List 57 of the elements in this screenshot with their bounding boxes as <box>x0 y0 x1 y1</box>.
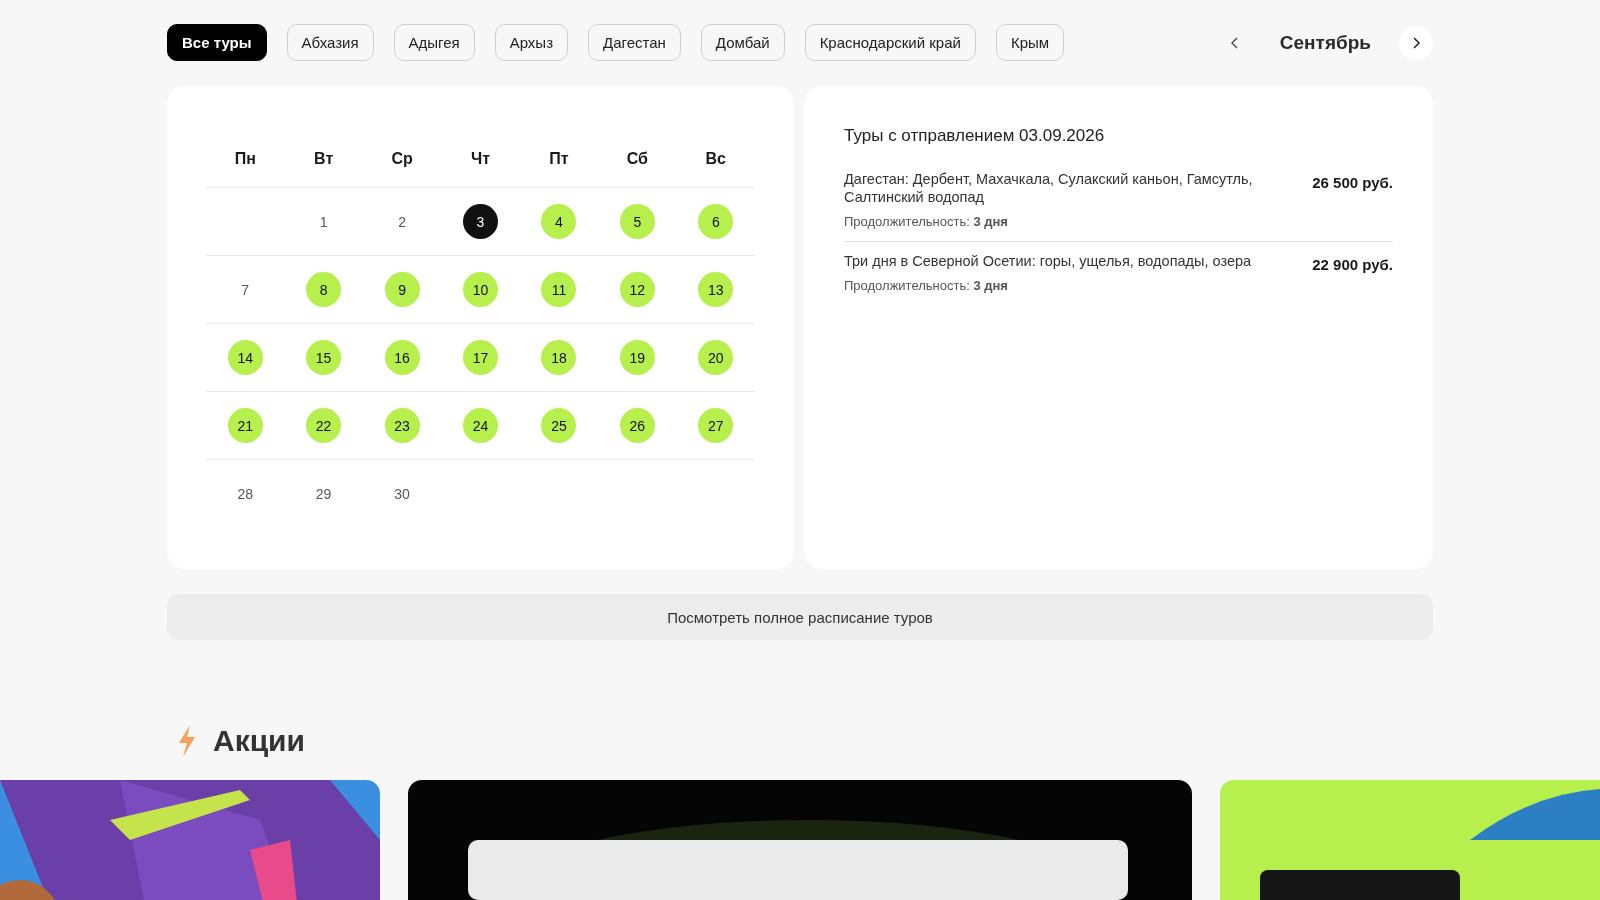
weekday-label: Пт <box>549 150 569 168</box>
month-label: Сентябрь <box>1279 31 1371 54</box>
calendar-day[interactable]: 17 <box>463 340 498 375</box>
calendar-day[interactable]: 22 <box>306 408 342 443</box>
filter-chip[interactable]: Адыгея <box>393 24 475 61</box>
filter-chip[interactable]: Абхазия <box>286 24 374 61</box>
calendar-day[interactable]: 18 <box>541 340 577 375</box>
weekday-label: Чт <box>470 150 491 168</box>
tour-name[interactable]: Три дня в Северной Осетии: горы, ущелья, водопады, озера <box>844 252 1283 270</box>
tours-title: Туры с отправлением 03.09.2026 <box>844 126 1106 146</box>
calendar-day: 2 <box>384 204 420 239</box>
calendar-day[interactable]: 15 <box>306 340 342 375</box>
calendar-day: 7 <box>227 272 263 307</box>
tour-duration: Продолжительность: 3 дня <box>844 214 1009 229</box>
tour-price: 26 500 руб. <box>1312 174 1393 193</box>
calendar-day[interactable]: 26 <box>619 408 655 443</box>
filter-chip[interactable]: Все туры <box>167 24 267 61</box>
full-schedule-button[interactable]: Посмотреть полное расписание туров <box>167 594 1433 640</box>
filter-chip[interactable]: Архыз <box>494 24 568 61</box>
weekday-label: Пн <box>234 150 256 168</box>
filter-chip[interactable]: Домбай <box>700 24 785 61</box>
calendar-day[interactable]: 4 <box>541 204 577 239</box>
calendar-day[interactable]: 3 <box>463 204 498 239</box>
tour-name[interactable]: Дагестан: Дербент, Махачкала, Сулакский каньон, Гамсутль, Салтинский водопад <box>844 170 1283 206</box>
section-title: Акции <box>213 724 305 758</box>
calendar-day[interactable]: 6 <box>698 204 734 239</box>
calendar-day[interactable]: 20 <box>698 340 734 375</box>
calendar-day[interactable]: 9 <box>384 272 420 307</box>
calendar-day[interactable]: 14 <box>227 340 263 375</box>
weekday-label: Сб <box>626 150 648 168</box>
filter-chip[interactable]: Краснодарский край <box>804 24 976 61</box>
calendar-day[interactable]: 11 <box>541 272 577 307</box>
lightning-icon <box>177 725 197 757</box>
calendar-day: 29 <box>306 476 342 511</box>
calendar-day[interactable]: 27 <box>698 408 734 443</box>
calendar-day[interactable]: 12 <box>619 272 655 307</box>
filter-chip[interactable]: Крым <box>995 24 1065 61</box>
calendar-day[interactable]: 19 <box>619 340 655 375</box>
next-month-button[interactable] <box>1399 25 1433 60</box>
calendar-day[interactable]: 24 <box>463 408 498 443</box>
tour-duration: Продолжительность: 3 дня <box>844 278 1009 293</box>
tour-price: 22 900 руб. <box>1312 256 1393 275</box>
filter-chip[interactable]: Дагестан <box>588 24 681 61</box>
calendar-day[interactable]: 10 <box>463 272 498 307</box>
weekday-label: Вт <box>314 150 334 168</box>
calendar-day[interactable]: 8 <box>306 272 342 307</box>
calendar-day: 30 <box>384 476 420 511</box>
calendar-day[interactable]: 25 <box>541 408 577 443</box>
calendar-day: 28 <box>227 476 263 511</box>
calendar-day[interactable]: 5 <box>619 204 655 239</box>
calendar-day[interactable]: 23 <box>384 408 420 443</box>
calendar-day[interactable]: 16 <box>384 340 420 375</box>
weekday-label: Ср <box>391 150 413 168</box>
weekday-label: Вс <box>705 150 726 168</box>
calendar-day[interactable]: 21 <box>227 408 263 443</box>
calendar-day: 1 <box>306 204 342 239</box>
calendar-day[interactable]: 13 <box>698 272 734 307</box>
